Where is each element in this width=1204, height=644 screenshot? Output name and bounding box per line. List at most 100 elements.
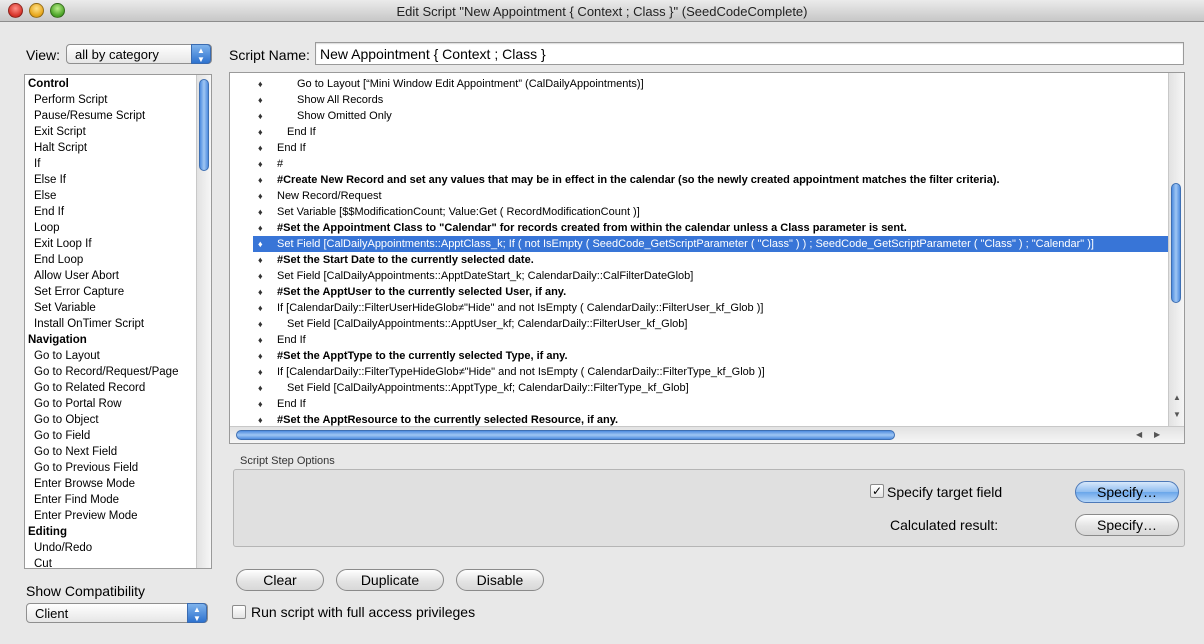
step-item[interactable]: Else <box>25 188 211 204</box>
disable-button[interactable]: Disable <box>456 569 544 591</box>
drag-handle-icon[interactable]: ♦ <box>258 236 263 252</box>
steps-scrollbar[interactable] <box>196 75 211 568</box>
window-title: Edit Script "New Appointment { Context ;… <box>396 4 808 19</box>
drag-handle-icon[interactable]: ♦ <box>258 124 263 140</box>
step-item[interactable]: Halt Script <box>25 140 211 156</box>
step-item[interactable]: Allow User Abort <box>25 268 211 284</box>
script-line[interactable]: ♦ End If <box>230 332 1184 348</box>
step-item[interactable]: Install OnTimer Script <box>25 316 211 332</box>
step-category[interactable]: Editing <box>25 524 211 540</box>
specify-calculation-button[interactable]: Specify… <box>1075 514 1179 536</box>
script-line[interactable]: ♦ If [CalendarDaily::FilterTypeHideGlob≠"… <box>230 364 1184 380</box>
scroll-up-icon[interactable]: ▲ <box>1173 393 1181 402</box>
script-name-input[interactable] <box>315 42 1184 65</box>
script-line[interactable]: ♦ Set Field [CalDailyAppointments::ApptDa… <box>230 268 1184 284</box>
drag-handle-icon[interactable]: ♦ <box>258 108 263 124</box>
full-access-checkbox[interactable] <box>232 605 246 619</box>
step-item[interactable]: Exit Loop If <box>25 236 211 252</box>
title-bar[interactable]: Edit Script "New Appointment { Context ;… <box>0 0 1204 22</box>
step-item[interactable]: Go to Field <box>25 428 211 444</box>
step-item[interactable]: Go to Object <box>25 412 211 428</box>
step-item[interactable]: End Loop <box>25 252 211 268</box>
drag-handle-icon[interactable]: ♦ <box>258 252 263 268</box>
step-item[interactable]: Enter Find Mode <box>25 492 211 508</box>
duplicate-button[interactable]: Duplicate <box>336 569 444 591</box>
step-item[interactable]: Pause/Resume Script <box>25 108 211 124</box>
editor-horizontal-thumb[interactable] <box>236 430 895 440</box>
script-line[interactable]: ♦ Go to Layout [“Mini Window Edit Appoint… <box>230 76 1184 92</box>
script-steps-list[interactable]: Control Perform Script Pause/Resume Script… <box>24 74 212 569</box>
script-editor[interactable]: ♦ Go to Layout [“Mini Window Edit Appoint… <box>229 72 1185 444</box>
step-item[interactable]: Go to Portal Row <box>25 396 211 412</box>
step-item[interactable]: End If <box>25 204 211 220</box>
editor-horizontal-scrollbar[interactable]: ◀ ▶ <box>230 426 1184 443</box>
compatibility-popup[interactable]: Client ▲ ▼ <box>26 603 208 623</box>
drag-handle-icon[interactable]: ♦ <box>258 220 263 236</box>
drag-handle-icon[interactable]: ♦ <box>258 300 263 316</box>
drag-handle-icon[interactable]: ♦ <box>258 204 263 220</box>
script-line[interactable]: ♦ #Set the ApptType to the currently sele… <box>230 348 1184 364</box>
drag-handle-icon[interactable]: ♦ <box>258 380 263 396</box>
script-line[interactable]: ♦ End If <box>230 140 1184 156</box>
scroll-right-icon[interactable]: ▶ <box>1154 430 1160 439</box>
step-item[interactable]: Undo/Redo <box>25 540 211 556</box>
view-popup[interactable]: all by category ▲ ▼ <box>66 44 212 64</box>
drag-handle-icon[interactable]: ♦ <box>258 348 263 364</box>
step-category[interactable]: Control <box>25 76 211 92</box>
script-line[interactable]: ♦ Show All Records <box>230 92 1184 108</box>
scroll-down-icon[interactable]: ▼ <box>1173 410 1181 419</box>
clear-button[interactable]: Clear <box>236 569 324 591</box>
step-item[interactable]: Exit Script <box>25 124 211 140</box>
script-line[interactable]: ♦ End If <box>230 396 1184 412</box>
drag-handle-icon[interactable]: ♦ <box>258 92 263 108</box>
drag-handle-icon[interactable]: ♦ <box>258 188 263 204</box>
script-line[interactable]: ♦ #Set the ApptUser to the currently sele… <box>230 284 1184 300</box>
script-line[interactable]: ♦ #Create New Record and set any values t… <box>230 172 1184 188</box>
script-line[interactable]: ♦ Show Omitted Only <box>230 108 1184 124</box>
script-line-selected[interactable]: ♦ Set Field [CalDailyAppointments::ApptCl… <box>253 236 1168 252</box>
step-item[interactable]: Loop <box>25 220 211 236</box>
step-item[interactable]: Else If <box>25 172 211 188</box>
editor-vertical-scrollbar[interactable]: ▲ ▼ <box>1168 73 1184 426</box>
step-item[interactable]: Go to Layout <box>25 348 211 364</box>
script-line[interactable]: ♦ End If <box>230 124 1184 140</box>
script-line[interactable]: ♦ Set Field [CalDailyAppointments::ApptUs… <box>230 316 1184 332</box>
script-line-text: Set Field [CalDailyAppointments::ApptTyp… <box>287 382 689 394</box>
script-line[interactable]: ♦ New Record/Request <box>230 188 1184 204</box>
step-item[interactable]: Go to Next Field <box>25 444 211 460</box>
drag-handle-icon[interactable]: ♦ <box>258 140 263 156</box>
step-item[interactable]: Set Variable <box>25 300 211 316</box>
drag-handle-icon[interactable]: ♦ <box>258 396 263 412</box>
drag-handle-icon[interactable]: ♦ <box>258 284 263 300</box>
step-item[interactable]: Enter Preview Mode <box>25 508 211 524</box>
drag-handle-icon[interactable]: ♦ <box>258 364 263 380</box>
script-line[interactable]: ♦ Set Variable [$$ModificationCount; Valu… <box>230 204 1184 220</box>
step-item[interactable]: Enter Browse Mode <box>25 476 211 492</box>
script-line[interactable]: ♦ # <box>230 156 1184 172</box>
step-item[interactable]: Cut <box>25 556 211 568</box>
drag-handle-icon[interactable]: ♦ <box>258 172 263 188</box>
drag-handle-icon[interactable]: ♦ <box>258 316 263 332</box>
step-category[interactable]: Navigation <box>25 332 211 348</box>
step-item[interactable]: Perform Script <box>25 92 211 108</box>
scroll-left-icon[interactable]: ◀ <box>1136 430 1142 439</box>
specify-target-button[interactable]: Specify… <box>1075 481 1179 503</box>
editor-vertical-thumb[interactable] <box>1171 183 1181 303</box>
drag-handle-icon[interactable]: ♦ <box>258 76 263 92</box>
script-line-text: Set Field [CalDailyAppointments::ApptUse… <box>287 318 688 330</box>
step-item[interactable]: Set Error Capture <box>25 284 211 300</box>
step-item[interactable]: Go to Record/Request/Page <box>25 364 211 380</box>
step-item[interactable]: Go to Related Record <box>25 380 211 396</box>
steps-scrollbar-thumb[interactable] <box>199 79 209 171</box>
step-item[interactable]: If <box>25 156 211 172</box>
specify-target-checkbox[interactable]: ✓ <box>870 484 884 498</box>
script-line[interactable]: ♦ #Set the Start Date to the currently se… <box>230 252 1184 268</box>
script-line[interactable]: ♦ If [CalendarDaily::FilterUserHideGlob≠"… <box>230 300 1184 316</box>
drag-handle-icon[interactable]: ♦ <box>258 156 263 172</box>
script-line[interactable]: ♦ #Set the Appointment Class to "Calendar… <box>230 220 1184 236</box>
step-item[interactable]: Go to Previous Field <box>25 460 211 476</box>
drag-handle-icon[interactable]: ♦ <box>258 332 263 348</box>
drag-handle-icon[interactable]: ♦ <box>258 268 263 284</box>
script-line[interactable]: ♦ Set Field [CalDailyAppointments::ApptTy… <box>230 380 1184 396</box>
script-line-text: End If <box>277 142 306 154</box>
